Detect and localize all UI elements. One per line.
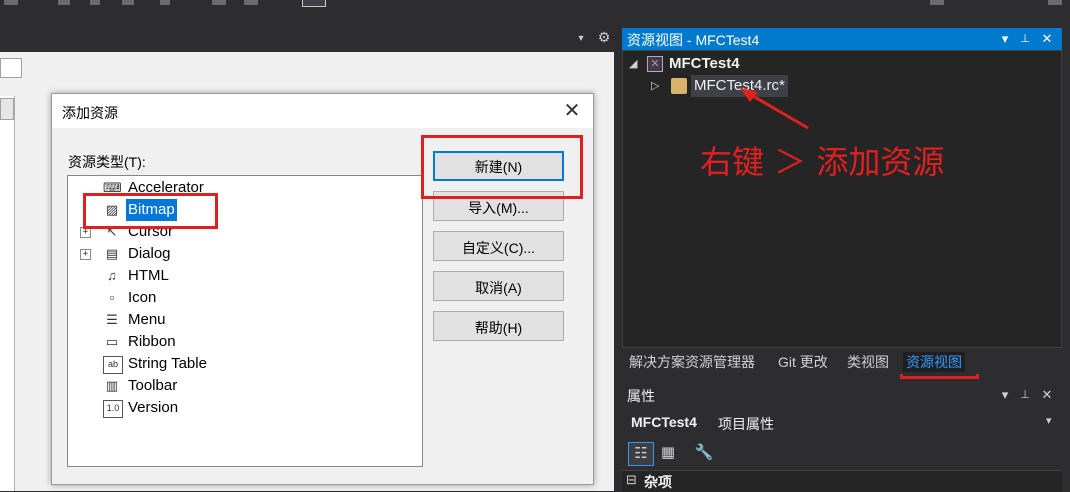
document-icon[interactable] — [302, 0, 326, 7]
close-icon[interactable]: ✕ — [1038, 29, 1056, 49]
expand-icon[interactable]: + — [80, 249, 91, 260]
help-button[interactable]: 帮助(H) — [433, 311, 564, 341]
chevron-down-icon[interactable]: ▾ — [1046, 414, 1052, 427]
tree-item-rc-file[interactable]: ▷ MFCTest4.rc* — [623, 75, 1053, 97]
editor-toolbox-box[interactable] — [0, 58, 22, 78]
property-pages-icon[interactable]: ▦ — [656, 442, 680, 464]
editor-side-button[interactable] — [0, 98, 14, 120]
toolbar-button-fragment[interactable] — [244, 0, 258, 5]
resource-type-label-text: Toolbar — [128, 377, 178, 394]
close-icon[interactable]: ✕ — [1038, 385, 1056, 405]
resource-type-label-text: String Table — [128, 355, 207, 372]
version-icon: 1.0 — [103, 400, 123, 418]
object-name: MFCTest4 — [631, 414, 697, 430]
dialog-icon: ▤ — [105, 246, 119, 261]
list-item[interactable]: ♫ HTML — [68, 265, 408, 287]
wrench-icon[interactable]: 🔧 — [692, 442, 716, 464]
toolbar-button-fragment[interactable] — [160, 0, 170, 5]
tree-item-project[interactable]: ◢ ✕ MFCTest4 — [623, 53, 1053, 75]
resource-type-label-text: Dialog — [128, 245, 171, 262]
string-table-icon: ab — [103, 356, 123, 374]
collapse-icon[interactable]: ⊟ — [626, 472, 637, 488]
custom-button[interactable]: 自定义(C)... — [433, 231, 564, 261]
collapsed-arrow-icon[interactable]: ▷ — [651, 75, 659, 97]
tab-resource-view[interactable]: 资源视图 — [903, 352, 965, 372]
categorized-icon[interactable]: ☷ — [628, 442, 654, 466]
resource-view-titlebar: 资源视图 - MFCTest4 ▾ ⊥ ✕ — [622, 28, 1062, 50]
resource-view-title: 资源视图 - MFCTest4 — [627, 32, 760, 48]
annotation-arrow — [740, 88, 809, 130]
toolbar-button-fragment[interactable] — [1048, 0, 1062, 5]
dialog-titlebar: 添加资源 ✕ — [52, 94, 593, 128]
properties-title: 属性 — [627, 388, 655, 404]
resource-view-tree: ◢ ✕ MFCTest4 ▷ MFCTest4.rc* — [622, 50, 1062, 348]
list-item[interactable]: ☰ Menu — [68, 309, 408, 331]
resource-type-label-text: Version — [128, 399, 179, 416]
chevron-down-icon[interactable]: ▾ — [575, 34, 587, 44]
properties-object-selector[interactable]: MFCTest4 项目属性 ▾ — [622, 410, 1062, 436]
tab-solution-explorer[interactable]: 解决方案资源管理器 — [629, 352, 755, 372]
toolbar — [0, 0, 1070, 16]
resource-type-label-text: Icon — [128, 289, 157, 306]
list-item[interactable]: ▥ Toolbar — [68, 375, 408, 397]
list-item[interactable]: ▫ Icon — [68, 287, 408, 309]
resource-type-label: 资源类型(T): — [68, 154, 146, 170]
gear-icon[interactable]: ⚙ — [596, 29, 612, 45]
tab-class-view[interactable]: 类视图 — [847, 352, 889, 372]
toolbar-button-fragment[interactable] — [4, 0, 18, 5]
pin-icon[interactable]: ⊥ — [1016, 385, 1034, 405]
properties-grid: ⊟ 杂项 — [622, 470, 1062, 492]
pin-icon[interactable]: ⊥ — [1016, 29, 1034, 49]
tool-window-tabs: 解决方案资源管理器 Git 更改 类视图 资源视图 — [622, 348, 1062, 374]
cancel-button[interactable]: 取消(A) — [433, 271, 564, 301]
close-icon[interactable]: ✕ — [560, 99, 584, 123]
toolbar-icon: ▥ — [105, 378, 119, 393]
menu-icon: ☰ — [106, 312, 118, 327]
resource-type-label-text: HTML — [128, 267, 169, 284]
properties-toolbar: ☷ ▦ 🔧 — [622, 438, 1062, 468]
html-icon: ♫ — [107, 268, 117, 283]
annotation-box-bitmap — [83, 193, 218, 229]
list-item[interactable]: ab String Table — [68, 353, 408, 375]
project-icon: ✕ — [647, 56, 663, 72]
dialog-title: 添加资源 — [62, 105, 118, 121]
editor-side-panel — [0, 96, 15, 491]
chevron-down-icon[interactable]: ▾ — [996, 29, 1014, 49]
object-type: 项目属性 — [718, 416, 774, 432]
list-item[interactable]: ▭ Ribbon — [68, 331, 408, 353]
annotation-box-new-button — [421, 135, 583, 199]
folder-icon — [671, 78, 687, 94]
toolbar-button-fragment[interactable] — [930, 0, 944, 5]
project-name: MFCTest4 — [669, 55, 740, 72]
properties-titlebar: 属性 ▾ ⊥ ✕ — [622, 384, 1062, 406]
expanded-arrow-icon[interactable]: ◢ — [629, 53, 637, 75]
tab-git-changes[interactable]: Git 更改 — [778, 352, 828, 372]
toolbar-button-fragment[interactable] — [58, 0, 70, 5]
toolbar-button-fragment[interactable] — [90, 0, 100, 5]
annotation-text: 右键 ＞ 添加资源 — [700, 143, 945, 181]
resource-type-label-text: Menu — [128, 311, 166, 328]
list-item[interactable]: 1.0 Version — [68, 397, 408, 419]
toolbar-button-fragment[interactable] — [212, 0, 226, 5]
toolbar-button-fragment[interactable] — [122, 0, 134, 5]
chevron-down-icon[interactable]: ▾ — [996, 385, 1014, 405]
list-item[interactable]: + ▤ Dialog — [68, 243, 408, 265]
ribbon-icon: ▭ — [105, 334, 119, 349]
category-label: 杂项 — [644, 474, 672, 490]
resource-type-label-text: Ribbon — [128, 333, 176, 350]
editor-header — [0, 16, 614, 52]
icon-resource-icon: ▫ — [109, 290, 115, 305]
